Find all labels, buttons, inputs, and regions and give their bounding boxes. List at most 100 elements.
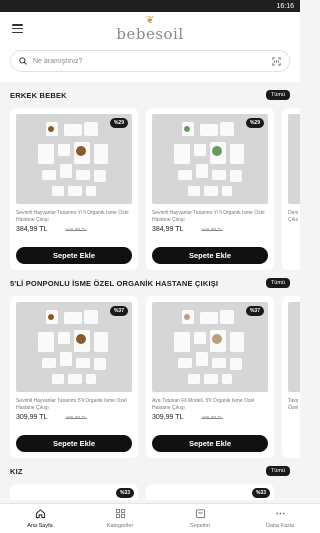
price-row: 384,99 TL 449,99 TL <box>152 226 268 233</box>
garment-piece <box>196 164 208 178</box>
old-price: 449,99 TL <box>201 228 223 233</box>
product-image <box>288 114 300 204</box>
garment-piece <box>230 144 244 164</box>
search-box[interactable] <box>10 50 290 72</box>
print-motif <box>184 126 190 132</box>
discount-badge: %33 <box>115 488 134 498</box>
product-name[interactable]: Sevimli Hayvanlar Tasarımı Yı'li Organik… <box>16 210 132 223</box>
garment-piece <box>174 332 190 352</box>
see-all-button[interactable]: Tümü <box>265 90 290 100</box>
garment-piece <box>196 352 208 366</box>
search-input[interactable] <box>33 57 272 65</box>
garment-piece <box>68 186 82 196</box>
product-image[interactable]: %29 <box>152 114 268 204</box>
product-name[interactable]: Sevimli Hayvanlar Tasarımı Yı'li Organik… <box>152 210 268 223</box>
nav-item-cart[interactable]: Sepetim <box>160 504 240 533</box>
discount-badge: %37 <box>245 306 264 316</box>
product-price: 384,99 TL <box>16 226 48 233</box>
garment-piece <box>84 122 98 136</box>
garment-piece <box>230 358 242 370</box>
old-price: 489,99 TL <box>65 416 87 421</box>
product-image[interactable]: %37 <box>152 302 268 392</box>
garment-piece <box>42 170 56 180</box>
nav-label: Kategoriler <box>106 523 134 529</box>
garment-piece <box>58 144 70 156</box>
nav-item-grid[interactable]: Kategoriler <box>80 504 160 533</box>
product-card[interactable]: %29 Sevimli Hayvanlar Tasarımı Yı'li Org… <box>10 108 138 270</box>
garment-piece <box>64 312 82 324</box>
section-header: KIZ Tümü <box>10 464 300 478</box>
product-card[interactable]: %37 Aya Tutunan Fil Modeli, 5'li Organik… <box>146 296 274 458</box>
print-motif <box>48 126 54 132</box>
print-motif <box>212 334 222 344</box>
product-card[interactable]: %29 Sevimli Hayvanlar Tasarımı Yı'li Org… <box>146 108 274 270</box>
section-title: 5'Lİ PONPONLU İSME ÖZEL ORGANİK HASTANE … <box>10 278 219 288</box>
garment-piece <box>188 374 200 384</box>
old-price: 489,99 TL <box>201 416 223 421</box>
add-to-cart-button[interactable]: Sepete Ekle <box>152 247 268 264</box>
nav-item-home[interactable]: Ana Sayfa <box>0 504 80 533</box>
product-carousel[interactable]: %29 Sevimli Hayvanlar Tasarımı Yı'li Org… <box>10 108 300 270</box>
price-row: 309,99 TL 489,99 TL <box>16 414 132 421</box>
product-card-partial[interactable]: Deniz Çıkış <box>282 108 300 270</box>
garment-piece <box>204 374 218 384</box>
discount-badge: %29 <box>109 118 128 128</box>
nav-item-more[interactable]: Daha Fazla <box>240 504 320 533</box>
section-header: 5'Lİ PONPONLU İSME ÖZEL ORGANİK HASTANE … <box>10 276 300 290</box>
garment-piece <box>52 374 64 384</box>
product-image[interactable]: %37 <box>16 302 132 392</box>
garment-piece <box>68 374 82 384</box>
status-bar: 16:16 <box>0 0 300 12</box>
see-all-button[interactable]: Tümü <box>265 278 290 288</box>
print-motif <box>212 146 222 156</box>
product-card[interactable]: %37 Sevimli Hayvanlar Tasarımı 5'li Orga… <box>10 296 138 458</box>
product-carousel[interactable]: %37 Sevimli Hayvanlar Tasarımı 5'li Orga… <box>10 296 300 458</box>
garment-piece <box>84 310 98 324</box>
price-row: 309,99 TL 489,99 TL <box>152 414 268 421</box>
bottom-navigation: Ana Sayfa Kategoriler Sepetim Daha Fazla <box>0 503 320 533</box>
garment-piece <box>38 144 54 164</box>
product-card[interactable]: %33 <box>10 484 138 500</box>
grid-icon <box>115 508 126 523</box>
add-to-cart-button[interactable]: Sepete Ekle <box>16 435 132 452</box>
product-name[interactable]: Sevimli Hayvanlar Tasarımı 5'li Organik … <box>16 398 132 411</box>
nav-label: Sepetim <box>189 523 211 529</box>
product-section: ERKEK BEBEK Tümü %29 Sevimli Hayvanlar T… <box>0 82 300 270</box>
garment-piece <box>52 186 64 196</box>
garment-piece <box>86 374 96 384</box>
home-icon <box>35 508 46 523</box>
garment-piece <box>94 358 106 370</box>
garment-piece <box>178 358 192 368</box>
garment-piece <box>200 124 218 136</box>
product-card[interactable]: %33 <box>146 484 274 500</box>
garment-piece <box>222 374 232 384</box>
product-carousel[interactable]: %33 %33 <box>10 484 300 500</box>
print-motif <box>76 146 86 156</box>
print-motif <box>48 314 54 320</box>
add-to-cart-button[interactable]: Sepete Ekle <box>152 435 268 452</box>
garment-piece <box>60 352 72 366</box>
garment-piece <box>194 144 206 156</box>
product-name[interactable]: Aya Tutunan Fil Modeli, 5'li Organik İsm… <box>152 398 268 411</box>
garment-piece <box>94 144 108 164</box>
garment-piece <box>174 144 190 164</box>
garment-piece <box>94 332 108 352</box>
product-image[interactable]: %29 <box>16 114 132 204</box>
barcode-scan-icon[interactable] <box>272 56 281 66</box>
product-card-partial[interactable]: Tavşı Özel <box>282 296 300 458</box>
section-title: KIZ <box>10 466 23 476</box>
garment-piece <box>222 186 232 196</box>
garment-piece <box>220 122 234 136</box>
garment-piece <box>94 170 106 182</box>
logo[interactable]: ❦ bebesoil <box>0 16 300 43</box>
product-section: KIZ Tümü %33 %33 <box>0 458 300 500</box>
see-all-button[interactable]: Tümü <box>265 466 290 476</box>
garment-piece <box>212 170 226 180</box>
app-header: ❦ bebesoil <box>0 12 300 50</box>
garment-piece <box>230 332 244 352</box>
print-motif <box>184 314 190 320</box>
garment-piece <box>220 310 234 324</box>
product-section: 5'Lİ PONPONLU İSME ÖZEL ORGANİK HASTANE … <box>0 270 300 458</box>
discount-badge: %33 <box>251 488 270 498</box>
add-to-cart-button[interactable]: Sepete Ekle <box>16 247 132 264</box>
